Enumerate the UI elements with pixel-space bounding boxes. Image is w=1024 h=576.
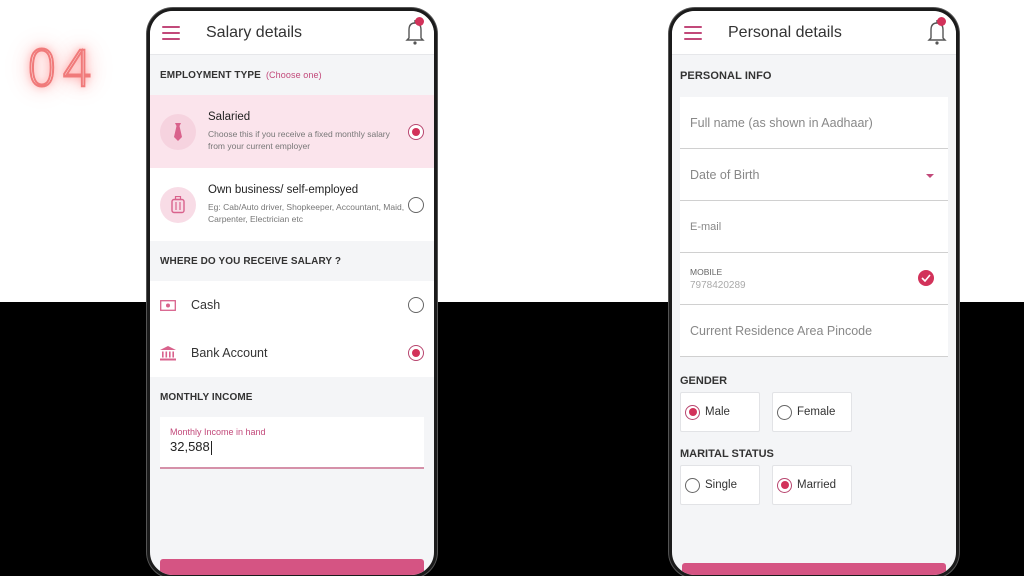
continue-button[interactable] <box>160 559 424 575</box>
text-caret <box>210 440 212 455</box>
verified-check-icon <box>918 270 934 286</box>
chip-label: Female <box>797 406 836 418</box>
gender-male-option[interactable]: Male <box>680 392 760 432</box>
chip-label: Male <box>705 406 730 418</box>
bell-icon[interactable] <box>924 17 950 47</box>
dob-placeholder: Date of Birth <box>690 167 760 182</box>
hamburger-icon[interactable] <box>684 25 702 40</box>
gender-female-option[interactable]: Female <box>772 392 852 432</box>
step-number: 04 <box>25 39 98 99</box>
option-title: Own business/ self-employed <box>208 184 359 196</box>
option-title: Salaried <box>208 111 251 123</box>
receive-salary-label: WHERE DO YOU RECEIVE SALARY ? <box>160 255 342 267</box>
full-name-input[interactable]: Full name (as shown in Aadhaar) <box>680 97 948 149</box>
email-input[interactable]: E-mail <box>680 201 948 253</box>
mobile-label: MOBILE <box>690 266 723 277</box>
option-description: Eg: Cab/Auto driver, Shopkeeper, Account… <box>208 202 405 224</box>
marital-status-options: Single Married <box>672 465 956 505</box>
marital-single-option[interactable]: Single <box>680 465 760 505</box>
female-radio[interactable] <box>777 404 792 420</box>
option-label: Bank Account <box>191 346 268 360</box>
self-employed-radio[interactable] <box>408 196 424 213</box>
chip-label: Married <box>797 479 836 491</box>
option-label: Cash <box>191 298 221 312</box>
option-salaried[interactable]: Salaried Choose this if you receive a fi… <box>150 95 434 168</box>
chip-label: Single <box>705 479 737 491</box>
monthly-income-label: MONTHLY INCOME <box>160 391 253 403</box>
bell-icon[interactable] <box>402 17 428 47</box>
income-value: 32,588 <box>170 439 210 454</box>
option-bank-account[interactable]: Bank Account <box>150 329 434 377</box>
cash-icon <box>160 298 176 312</box>
single-radio[interactable] <box>685 477 700 493</box>
income-field-label: Monthly Income in hand <box>170 427 266 437</box>
full-name-placeholder: Full name (as shown in Aadhaar) <box>690 115 873 130</box>
salary-details-screen: Salary details EMPLOYMENT TYPE (Choose o… <box>147 8 437 576</box>
briefcase-icon <box>160 186 196 223</box>
cash-radio[interactable] <box>408 297 424 313</box>
married-radio[interactable] <box>777 477 792 493</box>
notification-badge <box>415 17 424 26</box>
personal-info-label: PERSONAL INFO <box>680 70 772 82</box>
hamburger-icon[interactable] <box>162 25 180 40</box>
salaried-radio[interactable] <box>408 123 424 140</box>
bank-icon <box>160 345 176 360</box>
option-description: Choose this if you receive a fixed month… <box>208 129 390 151</box>
section-title: EMPLOYMENT TYPE <box>160 69 261 81</box>
date-of-birth-dropdown[interactable]: Date of Birth <box>680 149 948 201</box>
notification-badge <box>937 17 946 26</box>
mobile-value: 7978420289 <box>690 279 746 291</box>
bank-account-radio[interactable] <box>408 345 424 361</box>
employment-type-label: EMPLOYMENT TYPE (Choose one) <box>150 55 434 95</box>
monthly-income-input[interactable]: Monthly Income in hand 32,588 <box>160 417 424 469</box>
option-self-employed[interactable]: Own business/ self-employed Eg: Cab/Auto… <box>150 168 434 241</box>
pincode-input[interactable]: Current Residence Area Pincode <box>680 305 948 357</box>
gender-label: GENDER <box>680 375 728 387</box>
pincode-placeholder: Current Residence Area Pincode <box>690 323 873 338</box>
option-cash[interactable]: Cash <box>150 281 434 329</box>
page-title: Personal details <box>728 23 842 41</box>
male-radio[interactable] <box>685 404 700 420</box>
marital-married-option[interactable]: Married <box>772 465 852 505</box>
email-placeholder: E-mail <box>690 220 722 233</box>
page-title: Salary details <box>206 23 303 41</box>
choose-one-hint: (Choose one) <box>265 70 322 80</box>
app-bar: Salary details <box>150 11 434 55</box>
mobile-input[interactable]: MOBILE 7978420289 <box>680 253 948 305</box>
app-bar: Personal details <box>672 11 956 55</box>
gender-options: Male Female <box>672 392 956 432</box>
marital-status-label: MARITAL STATUS <box>680 448 774 460</box>
tie-icon <box>160 113 196 150</box>
chevron-down-icon <box>926 174 934 178</box>
continue-button[interactable] <box>682 563 946 575</box>
personal-details-screen: Personal details PERSONAL INFO Full name… <box>669 8 959 576</box>
